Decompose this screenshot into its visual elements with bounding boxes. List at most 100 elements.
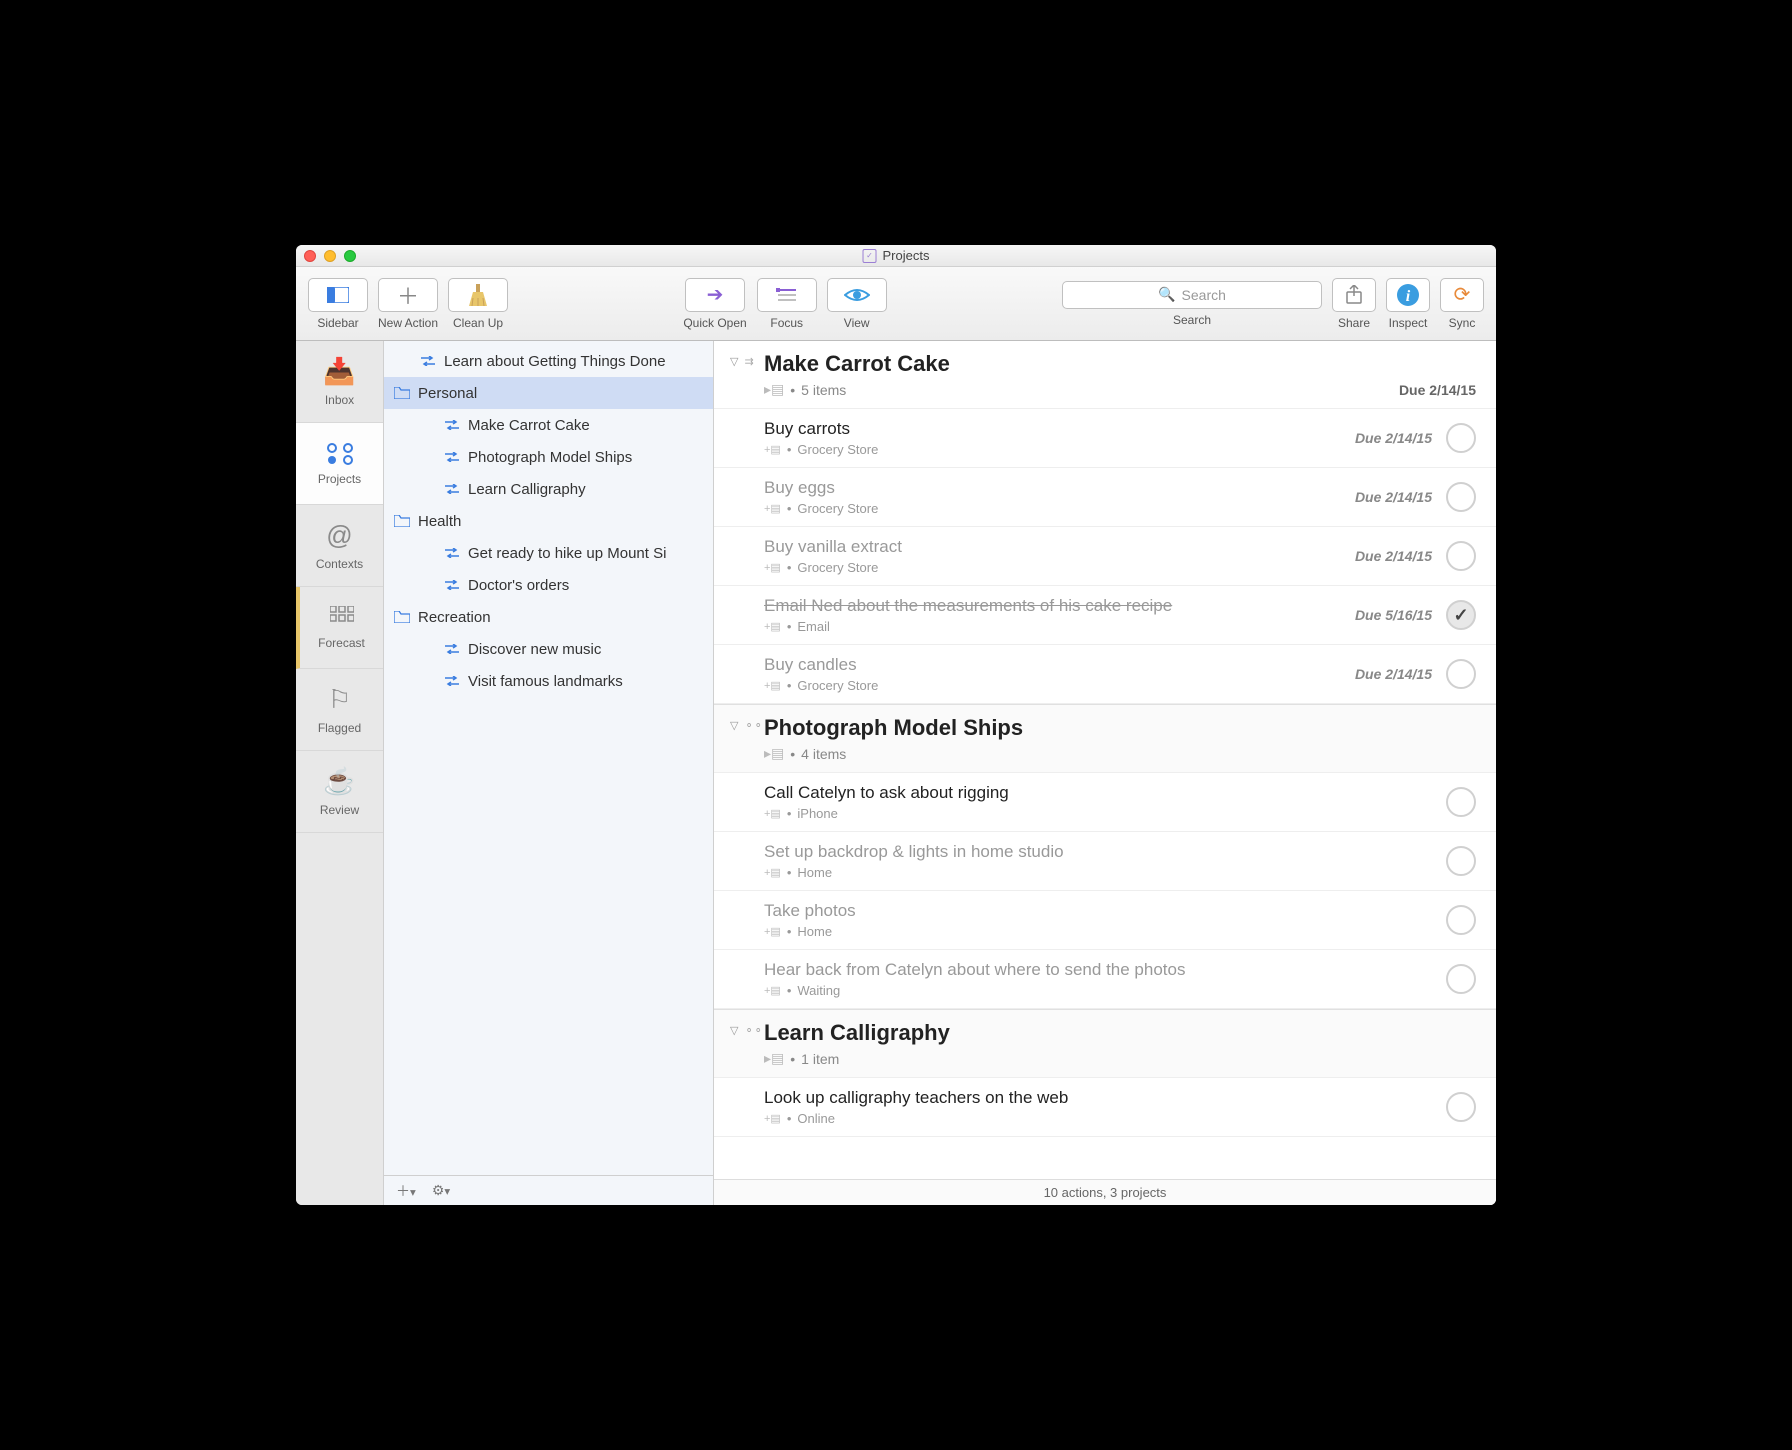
sidebar-toggle-button[interactable]: Sidebar	[308, 278, 368, 330]
outline-sidebar: Learn about Getting Things DonePersonalM…	[384, 341, 714, 1205]
search-label: Search	[1173, 313, 1211, 327]
project-header[interactable]: ▽ ⚬⚬Photograph Model Ships▸▤ • 4 items	[714, 704, 1496, 773]
task-row[interactable]: Buy vanilla extract+▤ • Grocery StoreDue…	[714, 527, 1496, 586]
project-items-count: 5 items	[801, 382, 846, 398]
toolbar: Sidebar ＋ New Action Clean Up ➔ Quick Op…	[296, 267, 1496, 341]
perspectives-bar: 📥 Inbox Projects @ Contexts Forecast ⚐ F…	[296, 341, 384, 1205]
task-checkbox[interactable]	[1446, 964, 1476, 994]
project-header[interactable]: ▽ ⇉Make Carrot Cake▸▤ • 5 itemsDue 2/14/…	[714, 341, 1496, 409]
task-row[interactable]: Buy carrots+▤ • Grocery StoreDue 2/14/15	[714, 409, 1496, 468]
task-context: Grocery Store	[797, 501, 878, 516]
perspective-projects[interactable]: Projects	[296, 423, 383, 505]
task-row[interactable]: Set up backdrop & lights in home studio +…	[714, 832, 1496, 891]
task-title: Look up calligraphy teachers on the web	[764, 1088, 1432, 1108]
note-icon[interactable]: +▤	[764, 984, 781, 997]
perspective-contexts[interactable]: @ Contexts	[296, 505, 383, 587]
view-button[interactable]: View	[827, 278, 887, 330]
focus-label: Focus	[770, 316, 803, 330]
folder-icon	[394, 611, 410, 623]
outline-item[interactable]: Learn Calligraphy	[384, 473, 713, 505]
search-icon: 🔍	[1158, 286, 1175, 303]
outline-item[interactable]: Discover new music	[384, 633, 713, 665]
outline-item[interactable]: Get ready to hike up Mount Si	[384, 537, 713, 569]
new-action-button[interactable]: ＋ New Action	[378, 278, 438, 330]
task-checkbox[interactable]	[1446, 482, 1476, 512]
task-row[interactable]: Buy eggs+▤ • Grocery StoreDue 2/14/15	[714, 468, 1496, 527]
outline-item[interactable]: Visit famous landmarks	[384, 665, 713, 697]
task-row[interactable]: Hear back from Catelyn about where to se…	[714, 950, 1496, 1009]
perspective-review[interactable]: ☕ Review	[296, 751, 383, 833]
task-checkbox[interactable]	[1446, 905, 1476, 935]
disclosure-triangle-icon[interactable]: ▽ ⚬⚬	[730, 719, 763, 732]
clean-up-label: Clean Up	[453, 316, 503, 330]
outline-item[interactable]: Make Carrot Cake	[384, 409, 713, 441]
new-action-label: New Action	[378, 316, 438, 330]
note-icon[interactable]: +▤	[764, 443, 781, 456]
quick-open-button[interactable]: ➔ Quick Open	[683, 278, 746, 330]
outline-item[interactable]: Health	[384, 505, 713, 537]
perspective-contexts-label: Contexts	[316, 557, 363, 571]
clean-up-button[interactable]: Clean Up	[448, 278, 508, 330]
note-icon[interactable]: ▸▤	[764, 745, 784, 762]
inspect-button[interactable]: i Inspect	[1386, 278, 1430, 330]
task-checkbox[interactable]	[1446, 1092, 1476, 1122]
outline-item-label: Photograph Model Ships	[468, 449, 632, 466]
task-checkbox[interactable]	[1446, 600, 1476, 630]
add-outline-button[interactable]: ＋▾	[396, 1181, 416, 1201]
disclosure-triangle-icon[interactable]: ▽ ⚬⚬	[730, 1024, 763, 1037]
perspective-forecast[interactable]: Forecast	[296, 587, 383, 669]
note-icon[interactable]: +▤	[764, 502, 781, 515]
note-icon[interactable]: +▤	[764, 925, 781, 938]
disclosure-triangle-icon[interactable]: ▽ ⇉	[730, 355, 754, 368]
note-icon[interactable]: ▸▤	[764, 1050, 784, 1067]
task-row[interactable]: Buy candles+▤ • Grocery StoreDue 2/14/15	[714, 645, 1496, 704]
task-row[interactable]: Look up calligraphy teachers on the web +…	[714, 1078, 1496, 1137]
project-header[interactable]: ▽ ⚬⚬Learn Calligraphy▸▤ • 1 item	[714, 1009, 1496, 1078]
outline-settings-button[interactable]: ⚙▾	[432, 1182, 450, 1199]
outline-item[interactable]: Personal	[384, 377, 713, 409]
outline-item[interactable]: Doctor's orders	[384, 569, 713, 601]
note-icon[interactable]: +▤	[764, 561, 781, 574]
note-icon[interactable]: +▤	[764, 1112, 781, 1125]
focus-button[interactable]: Focus	[757, 278, 817, 330]
note-icon[interactable]: ▸▤	[764, 381, 784, 398]
task-checkbox[interactable]	[1446, 541, 1476, 571]
zoom-window-button[interactable]	[344, 250, 356, 262]
perspective-inbox[interactable]: 📥 Inbox	[296, 341, 383, 423]
task-title: Buy carrots	[764, 419, 1355, 439]
sidebar-toggle-label: Sidebar	[317, 316, 358, 330]
share-button[interactable]: Share	[1332, 278, 1376, 330]
close-window-button[interactable]	[304, 250, 316, 262]
sync-button[interactable]: ⟳ Sync	[1440, 278, 1484, 330]
outline-item[interactable]: Recreation	[384, 601, 713, 633]
outline-item[interactable]: Photograph Model Ships	[384, 441, 713, 473]
search-input[interactable]: 🔍 Search	[1062, 281, 1322, 309]
outline-item-label: Doctor's orders	[468, 577, 569, 594]
task-title: Call Catelyn to ask about rigging	[764, 783, 1432, 803]
window-title: ✓ Projects	[863, 248, 930, 263]
note-icon[interactable]: +▤	[764, 679, 781, 692]
task-checkbox[interactable]	[1446, 659, 1476, 689]
task-row[interactable]: Call Catelyn to ask about rigging+▤ • iP…	[714, 773, 1496, 832]
outline-item-label: Health	[418, 513, 461, 530]
task-checkbox[interactable]	[1446, 846, 1476, 876]
note-icon[interactable]: +▤	[764, 807, 781, 820]
outline-item[interactable]: Learn about Getting Things Done	[384, 345, 713, 377]
sequential-project-icon	[444, 484, 460, 494]
perspective-review-label: Review	[320, 803, 359, 817]
note-icon[interactable]: +▤	[764, 620, 781, 633]
task-row[interactable]: Email Ned about the measurements of his …	[714, 586, 1496, 645]
sequential-project-icon	[420, 356, 436, 366]
task-checkbox[interactable]	[1446, 787, 1476, 817]
contexts-icon: @	[326, 520, 352, 551]
task-title: Take photos	[764, 901, 1432, 921]
task-checkbox[interactable]	[1446, 423, 1476, 453]
note-icon[interactable]: +▤	[764, 866, 781, 879]
outline-item-label: Get ready to hike up Mount Si	[468, 545, 666, 562]
task-title: Set up backdrop & lights in home studio	[764, 842, 1432, 862]
task-context: Grocery Store	[797, 678, 878, 693]
project-title: Learn Calligraphy	[764, 1020, 1476, 1046]
task-row[interactable]: Take photos+▤ • Home	[714, 891, 1496, 950]
minimize-window-button[interactable]	[324, 250, 336, 262]
perspective-flagged[interactable]: ⚐ Flagged	[296, 669, 383, 751]
